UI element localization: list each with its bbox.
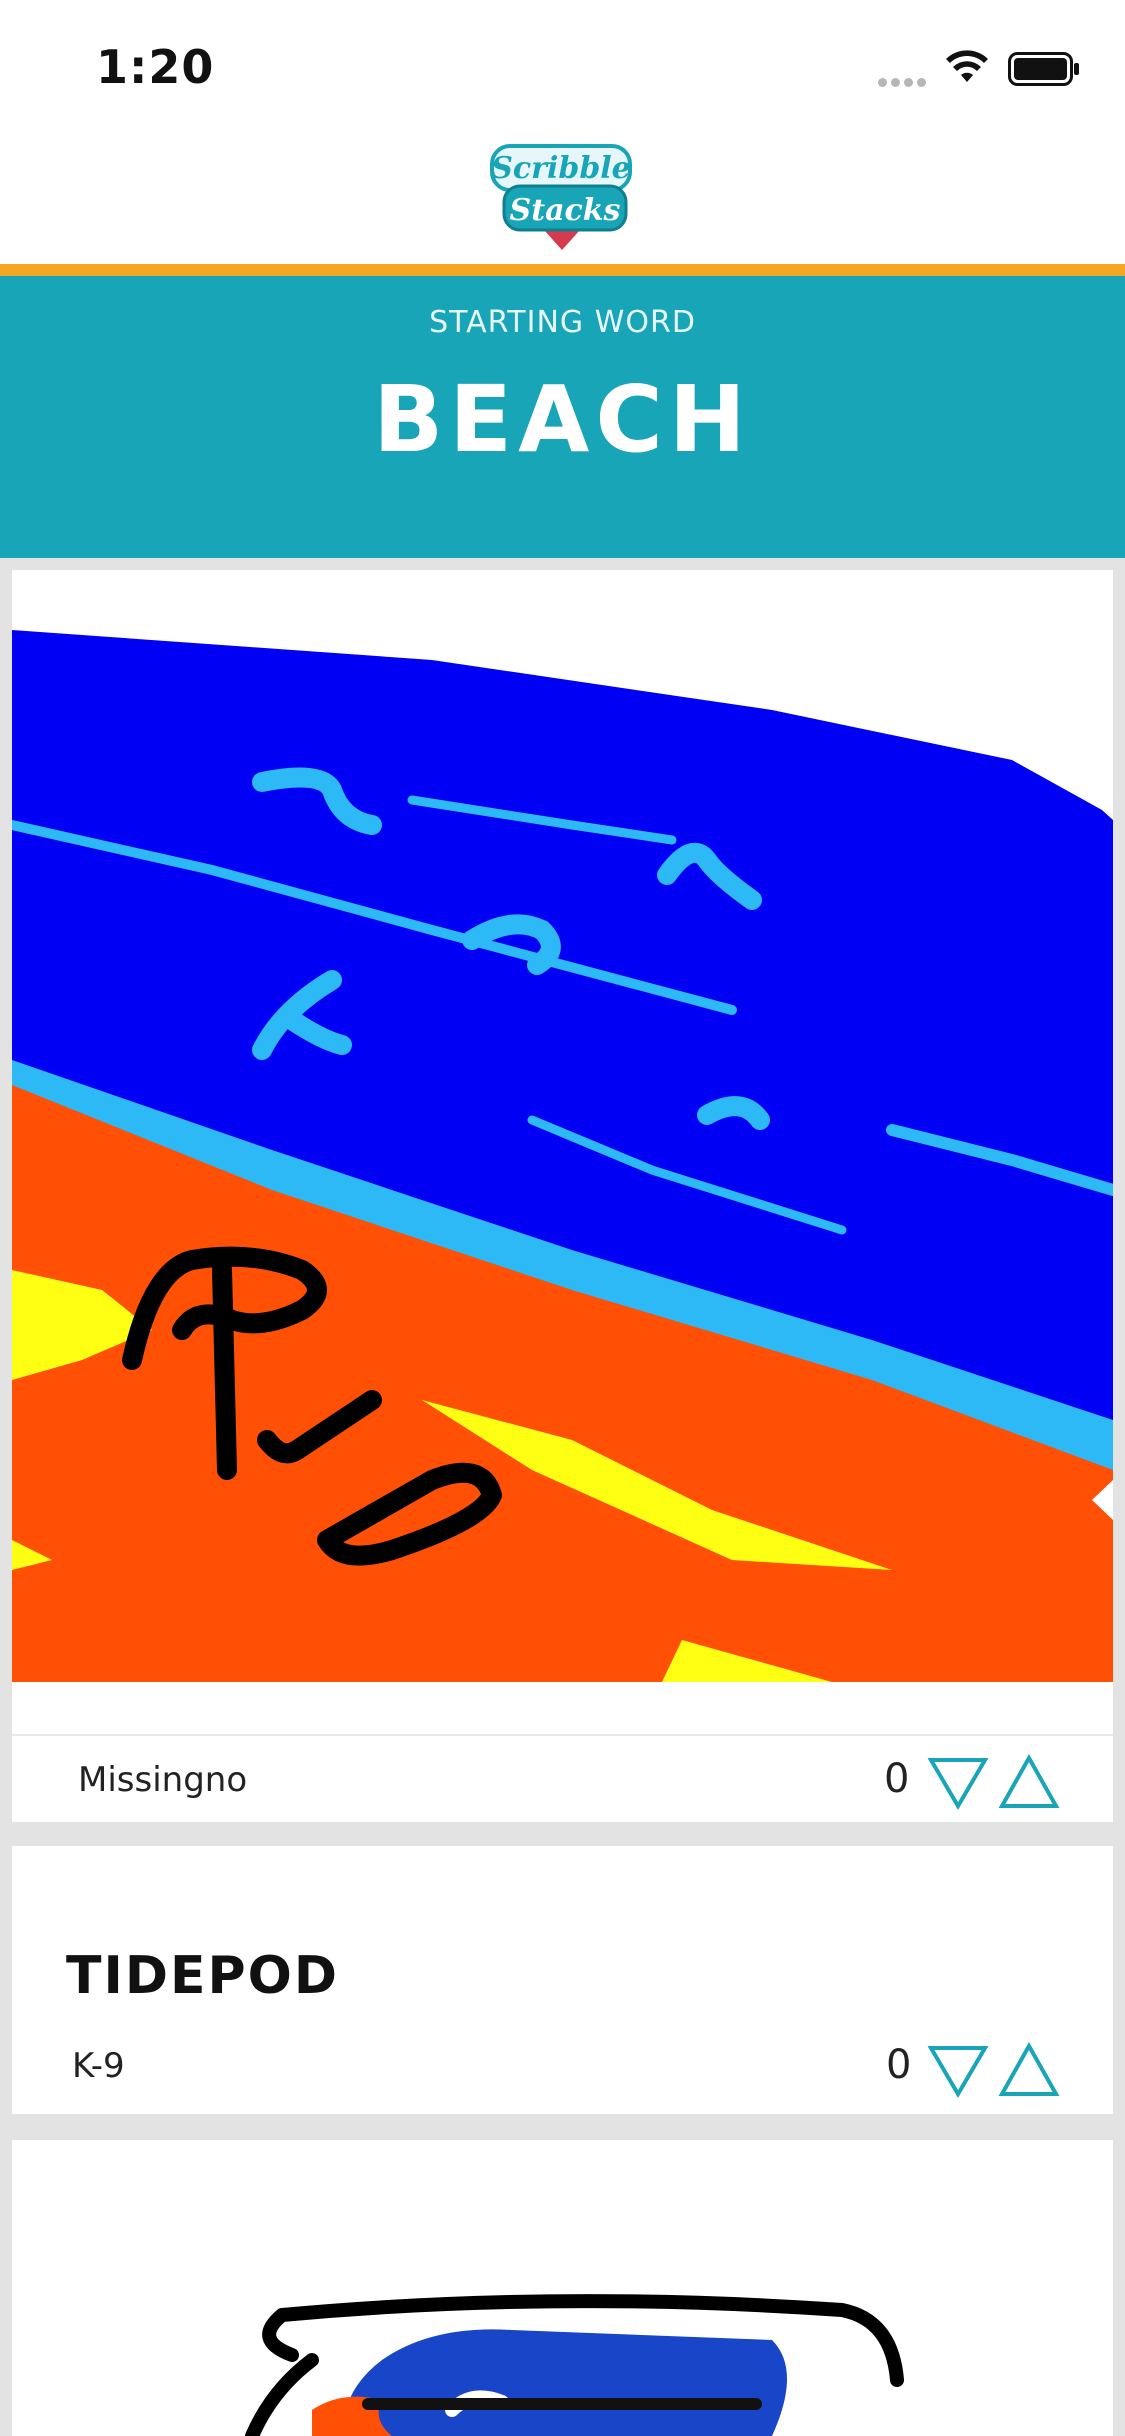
guessed-word: TIDEPOD [66,1946,339,2006]
home-indicator[interactable] [362,2398,762,2410]
upvote-icon[interactable] [998,2042,1060,2098]
starting-word-label: STARTING WORD [429,305,696,340]
upvote-icon[interactable] [998,1754,1060,1810]
status-bar: 1:20 [0,0,1125,120]
word-author[interactable]: K-9 [72,2046,125,2086]
beach-drawing[interactable] [12,570,1113,1682]
downvote-icon[interactable] [927,2044,989,2098]
cellular-signal-icon [878,72,930,91]
svg-text:Stacks: Stacks [510,193,621,228]
word-card[interactable]: TIDEPOD K-9 0 [12,1846,1113,2114]
drawing-card[interactable] [12,2140,1113,2436]
drawing-card[interactable]: Missingno 0 [12,570,1113,1822]
wifi-icon [946,50,988,82]
header-accent-rule [0,264,1125,276]
app-logo[interactable]: Scribble Stacks [478,138,644,258]
vote-score: 0 [884,1756,910,1802]
starting-word: BEACH [373,366,752,473]
battery-icon [1008,52,1079,86]
status-time: 1:20 [96,40,215,94]
card-divider [12,1734,1113,1736]
svg-text:Scribble: Scribble [491,151,631,186]
drawing-author[interactable]: Missingno [78,1760,247,1800]
partial-drawing[interactable] [12,2140,1113,2436]
vote-score: 0 [886,2042,912,2088]
downvote-icon[interactable] [927,1756,989,1810]
